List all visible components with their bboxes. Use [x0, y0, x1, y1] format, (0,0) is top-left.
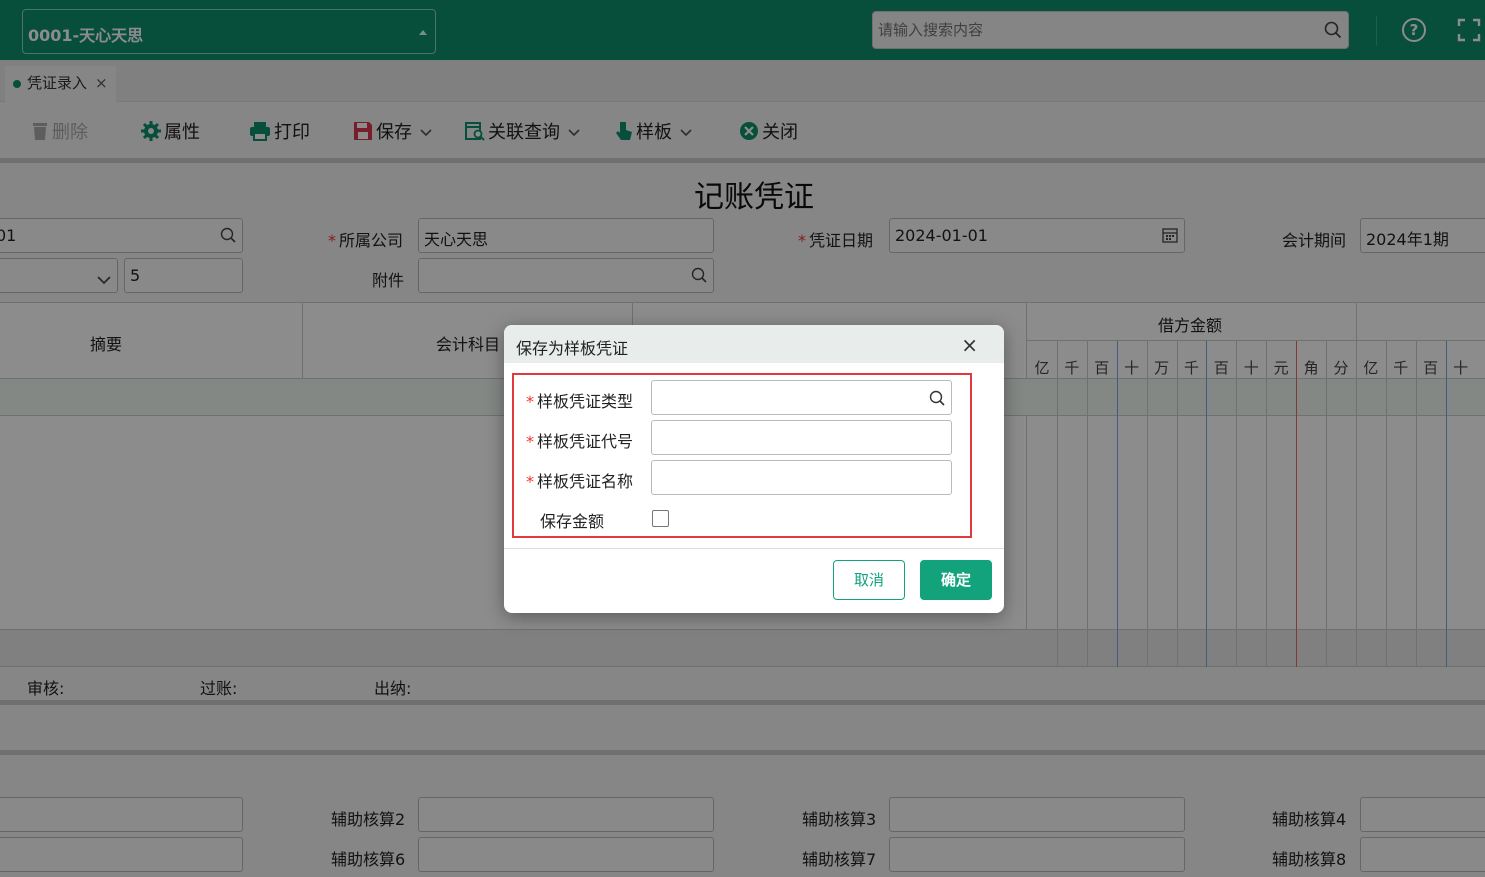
template-name-input[interactable]: [651, 460, 952, 495]
search-icon[interactable]: [929, 390, 945, 410]
template-type-label: * 样板凭证类型: [526, 392, 634, 411]
dialog-divider: [504, 548, 1004, 549]
template-code-input[interactable]: [651, 420, 952, 455]
save-template-dialog: 保存为样板凭证 × * 样板凭证类型 * 样板凭证代号 * 样板凭证名称 保存金额 取…: [504, 325, 1004, 613]
template-name-label: * 样板凭证名称: [526, 472, 634, 491]
save-amount-checkbox[interactable]: [652, 510, 669, 527]
dialog-header: 保存为样板凭证 ×: [504, 325, 1004, 363]
close-icon[interactable]: ×: [961, 333, 978, 357]
template-type-input[interactable]: [651, 380, 952, 415]
template-code-label: * 样板凭证代号: [526, 432, 634, 451]
dialog-title: 保存为样板凭证: [516, 339, 629, 358]
cancel-button[interactable]: 取消: [833, 560, 905, 600]
save-amount-label: 保存金额: [540, 512, 605, 531]
confirm-button[interactable]: 确定: [920, 560, 992, 600]
